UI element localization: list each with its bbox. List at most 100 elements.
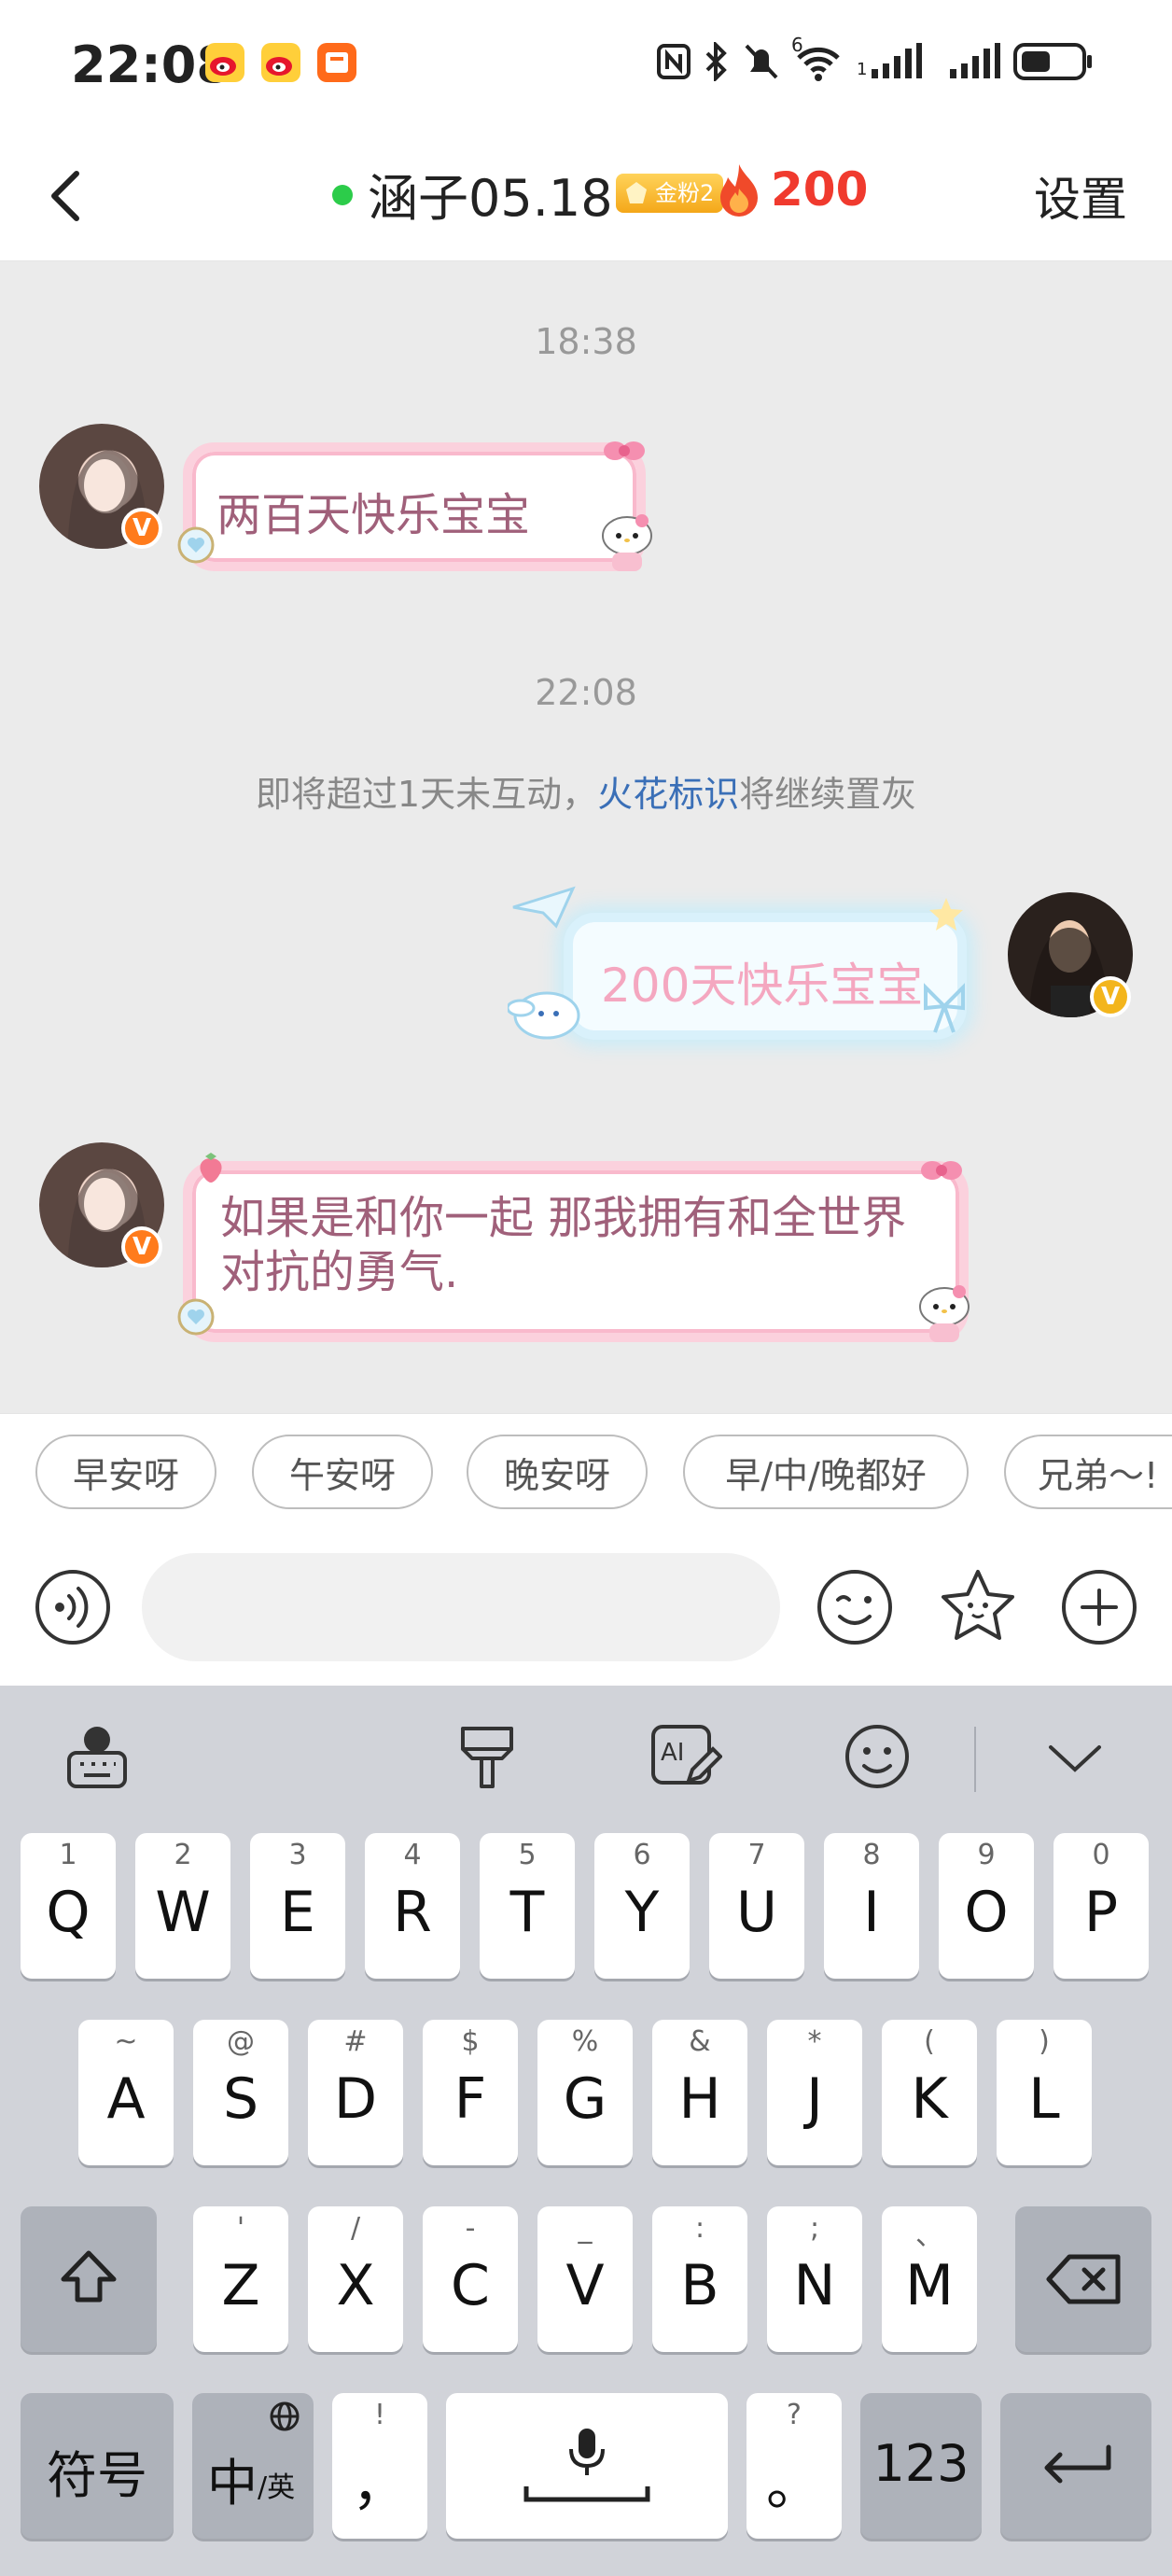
language-switch-key[interactable]: 中 /英 — [192, 2393, 314, 2539]
key-label: C — [451, 2253, 490, 2318]
voice-icon[interactable] — [32, 1566, 114, 1648]
ai-write-icon[interactable]: AI — [648, 1719, 723, 1794]
key-j[interactable]: * J — [767, 2020, 862, 2165]
toolbar-divider — [974, 1727, 976, 1792]
chevron-left-icon[interactable] — [34, 159, 108, 233]
bow-icon — [603, 426, 646, 478]
key-label: S — [222, 2066, 259, 2132]
key-hint: ) — [1039, 2025, 1050, 2058]
key-g[interactable]: % G — [537, 2020, 633, 2165]
brush-icon[interactable] — [450, 1719, 524, 1794]
key-label: I — [863, 1880, 880, 1945]
period-key[interactable]: ?。 — [746, 2393, 842, 2539]
message-bubble[interactable]: 200天快乐宝宝 — [506, 886, 967, 1040]
sim-label: 1 — [857, 60, 868, 79]
key-w[interactable]: 2W — [135, 1833, 230, 1979]
spark-info-link[interactable]: 火花标识 — [597, 774, 739, 815]
key-b[interactable]: :B — [652, 2206, 747, 2352]
key-s[interactable]: @ S — [193, 2020, 288, 2165]
key-hint: 9 — [977, 1839, 996, 1871]
plus-circle-icon[interactable] — [1058, 1566, 1140, 1648]
key-label: 。 — [766, 2453, 822, 2518]
key-hint: $ — [461, 2025, 480, 2058]
key-e[interactable]: 3E — [250, 1833, 345, 1979]
message-bubble[interactable]: 如果是和你一起 那我拥有和全世界对抗的勇气. — [177, 1153, 970, 1342]
flame-icon — [717, 162, 761, 218]
signal-icon — [946, 39, 1002, 84]
key-label: B — [680, 2253, 719, 2318]
comma-key[interactable]: !， — [332, 2393, 427, 2539]
quick-reply-chip[interactable]: 晚安呀 — [467, 1435, 648, 1509]
key-k[interactable]: (K — [882, 2020, 977, 2165]
star-face-icon[interactable] — [937, 1566, 1019, 1648]
key-hint: 8 — [862, 1839, 881, 1871]
key-label: K — [911, 2066, 948, 2132]
key-hint: 6 — [633, 1839, 651, 1871]
key-hint: 4 — [403, 1839, 422, 1871]
status-bar: 22:08 6 1 — [0, 0, 1172, 131]
message-text: 如果是和你一起 那我拥有和全世界对抗的勇气. — [220, 1192, 907, 1298]
message-bubble[interactable]: 两百天快乐宝宝 — [177, 441, 652, 571]
settings-button[interactable]: 设置 — [1034, 162, 1127, 230]
key-z[interactable]: ' Z — [193, 2206, 288, 2352]
nfc-icon — [655, 39, 692, 84]
key-u[interactable]: 7U — [709, 1833, 804, 1979]
bluetooth-icon — [702, 39, 732, 84]
key-hint: ' — [236, 2212, 245, 2245]
key-v[interactable]: _ V — [537, 2206, 633, 2352]
globe-keyboard-icon[interactable] — [60, 1719, 134, 1794]
key-hint: : — [694, 2212, 705, 2245]
key-t[interactable]: 5T — [480, 1833, 575, 1979]
key-hint: # — [343, 2025, 368, 2058]
shift-key[interactable] — [21, 2206, 157, 2352]
key-hint: - — [465, 2212, 476, 2245]
emoji-icon[interactable] — [840, 1719, 914, 1794]
key-q[interactable]: 1Q — [21, 1833, 116, 1979]
quick-reply-chip[interactable]: 早安呀 — [35, 1435, 216, 1509]
key-a[interactable]: ~ A — [78, 2020, 174, 2165]
wifi-6-icon: 6 — [791, 34, 845, 84]
delete-key[interactable] — [1015, 2206, 1151, 2352]
key-o[interactable]: 9O — [939, 1833, 1034, 1979]
key-label: R — [393, 1880, 432, 1945]
quick-reply-chip[interactable]: 午安呀 — [252, 1435, 433, 1509]
key-f[interactable]: $ F — [423, 2020, 518, 2165]
key-i[interactable]: 8I — [824, 1833, 919, 1979]
wink-emoji-icon[interactable] — [814, 1566, 896, 1648]
message-text: 两百天快乐宝宝 — [216, 489, 531, 541]
symbols-key[interactable]: 符号 — [21, 2393, 174, 2539]
key-hint: 、 — [915, 2219, 943, 2252]
key-n[interactable]: ; N — [767, 2206, 862, 2352]
key-hint: 1 — [59, 1839, 77, 1871]
space-key[interactable] — [446, 2393, 728, 2539]
signal-icon: 1 — [857, 39, 922, 84]
quick-reply-chip[interactable]: 兄弟～! — [1004, 1435, 1172, 1509]
key-m[interactable]: 、 M — [882, 2206, 977, 2352]
key-p[interactable]: 0P — [1053, 1833, 1149, 1979]
chevron-down-icon[interactable] — [1038, 1719, 1112, 1794]
quick-reply-chip[interactable]: 早/中/晚都好 — [683, 1435, 969, 1509]
mute-icon — [743, 39, 780, 84]
message-input-bar — [0, 1531, 1172, 1686]
key-h[interactable]: & H — [652, 2020, 747, 2165]
key-label: Y — [624, 1880, 660, 1945]
online-status-dot — [332, 185, 353, 205]
ribbon-icon — [918, 978, 970, 1045]
key-label: A — [106, 2066, 146, 2132]
key-y[interactable]: 6Y — [594, 1833, 690, 1979]
message-input[interactable] — [142, 1553, 780, 1661]
key-label: 123 — [872, 2434, 970, 2493]
key-d[interactable]: # D — [308, 2020, 403, 2165]
hello-kitty-icon — [593, 508, 661, 586]
key-l[interactable]: ) L — [997, 2020, 1092, 2165]
numbers-key[interactable]: 123 — [860, 2393, 982, 2539]
contact-name[interactable]: 涵子05.18 — [368, 157, 613, 231]
verified-badge-icon: V — [1090, 976, 1131, 1017]
key-c[interactable]: -C — [423, 2206, 518, 2352]
wifi-generation-label: 6 — [791, 34, 803, 56]
key-r[interactable]: 4R — [365, 1833, 460, 1979]
enter-key[interactable] — [1000, 2393, 1151, 2539]
key-x[interactable]: / X — [308, 2206, 403, 2352]
key-label: L — [1028, 2066, 1060, 2132]
verified-badge-icon: V — [121, 1226, 162, 1267]
